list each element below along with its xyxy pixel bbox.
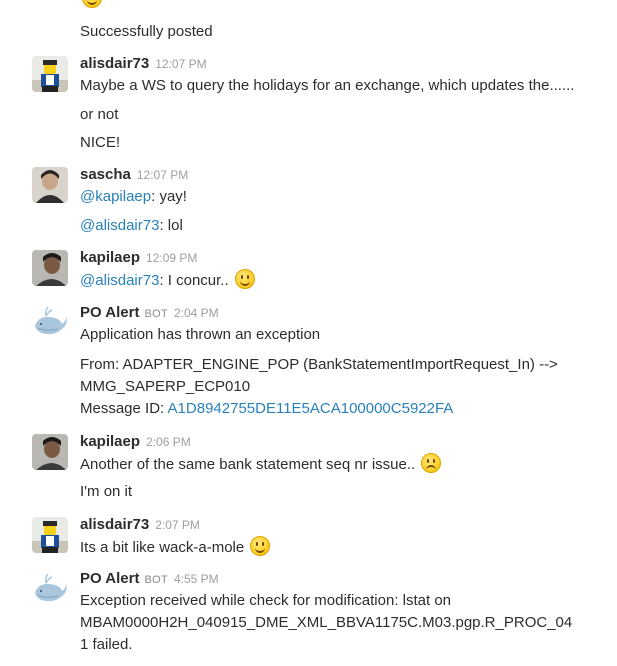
message-text: MBAM0000H2H_040915_DME_XML_BBVA1175C.M03… <box>80 614 573 631</box>
message-text: Exception received while check for modif… <box>80 592 452 609</box>
text-span: Its a bit like wack-a-mole <box>80 539 245 556</box>
person-avatar-icon <box>32 167 68 203</box>
username[interactable]: alisdair73 <box>80 516 149 533</box>
message-header: sascha 12:07 PM <box>80 165 188 185</box>
smile-emoji-icon <box>250 536 271 556</box>
username[interactable]: PO Alert <box>80 304 139 321</box>
text-span: Message ID: <box>80 400 168 417</box>
message-header: kapilaep 2:06 PM <box>80 432 191 452</box>
timestamp[interactable]: 2:06 PM <box>146 435 191 449</box>
timestamp[interactable]: 12:09 PM <box>146 251 197 265</box>
message-text: NICE! <box>80 134 121 151</box>
lego-figure-avatar-icon <box>32 56 68 92</box>
message-text: From: ADAPTER_ENGINE_POP (BankStatementI… <box>80 356 558 373</box>
message-text: Another of the same bank statement seq n… <box>80 453 442 476</box>
bot-badge: BOT <box>144 308 168 320</box>
smile-emoji-icon <box>234 269 255 289</box>
message-text: or not <box>80 106 119 123</box>
message-header: kapilaep 12:09 PM <box>80 248 197 268</box>
bot-badge: BOT <box>144 574 168 586</box>
person-avatar-icon <box>32 250 68 286</box>
username[interactable]: alisdair73 <box>80 55 149 72</box>
message-text: @kapilaep: yay! <box>80 186 187 208</box>
avatar-alisdair73[interactable] <box>32 56 68 92</box>
message-text: Application has thrown an exception <box>80 326 321 343</box>
message-text: @alisdair73: I concur.. <box>80 269 255 292</box>
message-text: @alisdair73: lol <box>80 215 183 237</box>
disappointed-emoji-icon <box>421 453 442 473</box>
avatar-sascha[interactable] <box>32 167 68 203</box>
avatar-kapilaep[interactable] <box>32 434 68 470</box>
message-text: 1 failed. <box>80 636 133 653</box>
username[interactable]: PO Alert <box>80 570 139 587</box>
mention-link[interactable]: @alisdair73 <box>80 272 159 289</box>
message-text: I'm on it <box>80 483 133 500</box>
avatar-alisdair73[interactable] <box>32 517 68 553</box>
timestamp[interactable]: 12:07 PM <box>155 57 206 71</box>
message-header: alisdair73 2:07 PM <box>80 515 200 535</box>
text-span: Another of the same bank statement seq n… <box>80 456 416 473</box>
timestamp[interactable]: 2:04 PM <box>174 306 219 320</box>
timestamp[interactable]: 12:07 PM <box>137 168 188 182</box>
message-text: Successfully posted <box>80 23 213 40</box>
message-header: PO Alert BOT 2:04 PM <box>80 303 219 324</box>
avatar-po-alert[interactable] <box>32 571 68 607</box>
avatar-po-alert[interactable] <box>32 304 68 340</box>
message-text: Its a bit like wack-a-mole <box>80 536 271 559</box>
username[interactable]: sascha <box>80 166 131 183</box>
message-header: alisdair73 12:07 PM <box>80 54 207 74</box>
timestamp[interactable]: 4:55 PM <box>174 572 219 586</box>
message-header: PO Alert BOT 4:55 PM <box>80 569 219 590</box>
text-span: : I concur.. <box>159 272 229 289</box>
whale-avatar-icon <box>32 571 68 607</box>
username[interactable]: kapilaep <box>80 433 140 450</box>
person-avatar-icon <box>32 434 68 470</box>
message-id-link[interactable]: A1D8942755DE11E5ACA100000C5922FA <box>168 400 454 417</box>
mention-link[interactable]: @kapilaep <box>80 188 151 205</box>
text-span: : lol <box>159 217 183 234</box>
mention-link[interactable]: @alisdair73 <box>80 217 159 234</box>
whale-avatar-icon <box>32 304 68 340</box>
lego-figure-avatar-icon <box>32 517 68 553</box>
timestamp[interactable]: 2:07 PM <box>155 518 200 532</box>
username[interactable]: kapilaep <box>80 249 140 266</box>
text-span: : yay! <box>151 188 187 205</box>
message-text: Message ID: A1D8942755DE11E5ACA100000C59… <box>80 398 453 420</box>
smile-emoji-icon <box>82 0 102 8</box>
message-text: MMG_SAPERP_ECP010 <box>80 378 251 395</box>
message-text: Maybe a WS to query the holidays for an … <box>80 77 575 94</box>
avatar-kapilaep[interactable] <box>32 250 68 286</box>
